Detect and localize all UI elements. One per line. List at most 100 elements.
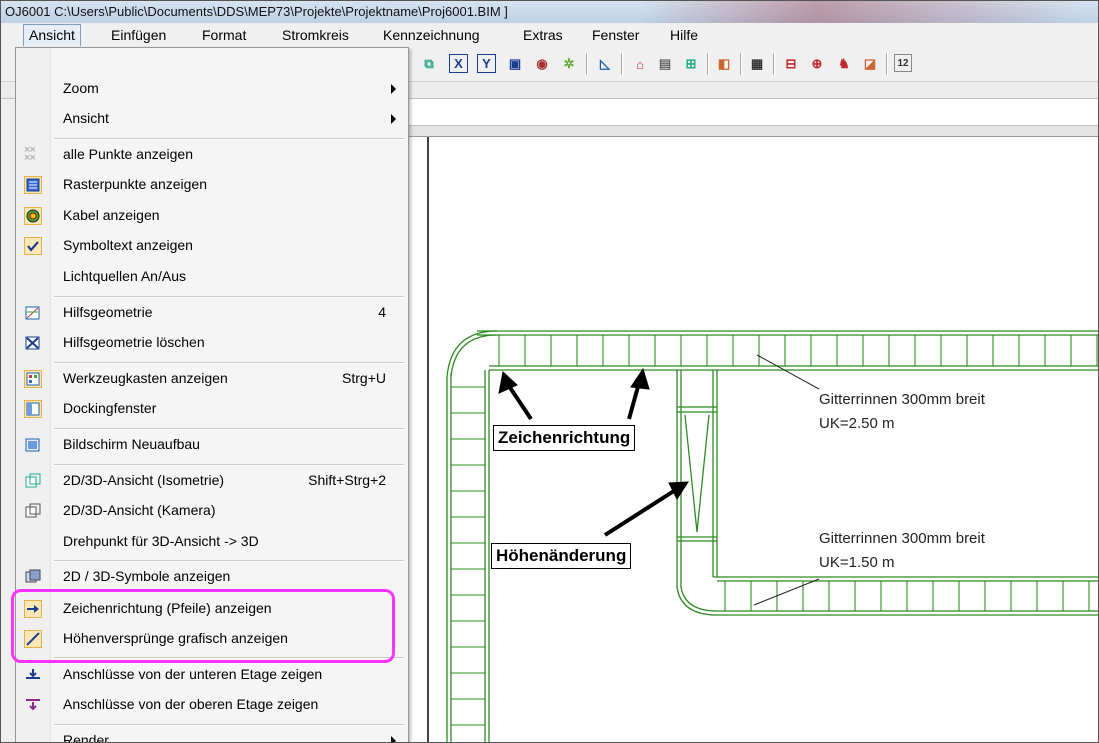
tray-label-upper: Gitterrinnen 300mm breit (819, 391, 985, 408)
eye-icon[interactable]: ◉ (532, 54, 552, 74)
menu-item-kamera[interactable]: 2D/3D-Ansicht (Kamera) (16, 496, 408, 526)
menu-fenster[interactable]: Fenster (587, 26, 644, 44)
isometric-icon (24, 472, 42, 490)
menu-item-label: Zoom (63, 80, 99, 96)
tray-height-lower: UK=1.50 m (819, 554, 895, 571)
menu-item-alle-punkte[interactable]: ×× ×× alle Punkte anzeigen (16, 140, 408, 170)
submenu-arrow-icon (391, 84, 396, 94)
menu-format[interactable]: Format (197, 26, 251, 44)
menu-item-label: Anschlüsse von der oberen Etage zeigen (63, 696, 319, 712)
highlight-annotation (11, 589, 395, 663)
menu-kennzeichnung[interactable]: Kennzeichnung (378, 26, 485, 44)
tray-geometry (446, 330, 1098, 742)
menu-item-label: Hilfsgeometrie (63, 304, 153, 320)
menu-stromkreis[interactable]: Stromkreis (277, 26, 354, 44)
menu-item-label: Render (63, 732, 109, 743)
refresh-screen-icon (24, 436, 42, 454)
points-icon: ×× ×× (24, 144, 36, 164)
network-icon[interactable]: ⊕ (807, 54, 827, 74)
tray-height-upper: UK=2.50 m (819, 415, 895, 432)
measure-icon[interactable]: ◺ (595, 54, 615, 74)
title-bar: OJ6001 C:\Users\Public\Documents\DDS\MEP… (1, 1, 1098, 24)
canvas-header-strip (407, 125, 1098, 137)
helper-geometry-icon (24, 304, 42, 322)
application-window: OJ6001 C:\Users\Public\Documents\DDS\MEP… (0, 0, 1099, 743)
menu-item-label: Drehpunkt für 3D-Ansicht -> 3D (63, 533, 259, 549)
grid-icon[interactable]: ⊞ (681, 54, 701, 74)
menu-item-label: Kabel anzeigen (63, 207, 160, 223)
menu-item-symboltext[interactable]: Symboltext anzeigen (16, 231, 408, 261)
symbols-3d-icon (24, 568, 42, 586)
menu-item-hilfsgeometrie[interactable]: Hilfsgeometrie 4 (16, 298, 408, 328)
menu-item-label: Ansicht (63, 110, 109, 126)
layout-icon[interactable]: ⊟ (781, 54, 801, 74)
menu-item-label: Bildschirm Neuaufbau (63, 436, 200, 452)
home-icon[interactable]: ⌂ (630, 54, 650, 74)
document-icon[interactable]: ▦ (747, 54, 767, 74)
menu-item-zoom[interactable]: Zoom (16, 74, 408, 104)
render-icon[interactable]: ✲ (559, 54, 579, 74)
window-title: OJ6001 C:\Users\Public\Documents\DDS\MEP… (5, 4, 508, 19)
toolbox-icon (24, 370, 42, 388)
tray-rungs (451, 335, 1098, 726)
menu-item-label: 2D/3D-Ansicht (Kamera) (63, 502, 216, 518)
callout-hoehenaenderung: Höhenänderung (491, 543, 632, 569)
toolbar-separator (707, 53, 709, 75)
menu-item-lichtquellen[interactable]: Lichtquellen An/Aus (16, 262, 408, 292)
menu-item-3d-symbole[interactable]: 2D / 3D-Symbole anzeigen (16, 562, 408, 592)
toolbar-separator (886, 53, 888, 75)
menu-item-ansicht-sub[interactable]: Ansicht (16, 104, 408, 134)
color-icon[interactable]: ◧ (714, 54, 734, 74)
checkmark-icon (24, 237, 42, 255)
menu-hilfe[interactable]: Hilfe (665, 26, 703, 44)
menu-item-label: Lichtquellen An/Aus (63, 268, 186, 284)
menu-item-isometrie[interactable]: 2D/3D-Ansicht (Isometrie) Shift+Strg+2 (16, 466, 408, 496)
panel-icon[interactable]: ▤ (655, 54, 675, 74)
lower-floor-icon (24, 666, 42, 684)
menu-einfuegen[interactable]: Einfügen (106, 26, 171, 44)
window-icon[interactable]: ▣ (505, 54, 525, 74)
menu-item-label: Anschlüsse von der unteren Etage zeigen (63, 666, 323, 682)
menu-item-dockingfenster[interactable]: Dockingfenster (16, 394, 408, 424)
menu-bar: Ansicht Einfügen Format Stromkreis Kennz… (1, 23, 1098, 48)
grid-points-icon (24, 176, 42, 194)
menu-item-obere-etage[interactable]: Anschlüsse von der oberen Etage zeigen (16, 690, 408, 720)
y-axis-icon[interactable]: Y (477, 54, 496, 73)
delete-geometry-icon (24, 334, 42, 352)
menu-item-untere-etage[interactable]: Anschlüsse von der unteren Etage zeigen (16, 660, 408, 690)
number-icon[interactable]: 12 (894, 54, 912, 72)
toolbar-separator (773, 53, 775, 75)
menu-ansicht[interactable]: Ansicht (23, 24, 81, 46)
callout-zeichenrichtung: Zeichenrichtung (493, 425, 636, 451)
toolbar-separator (621, 53, 623, 75)
menu-item-werkzeugkasten[interactable]: Werkzeugkasten anzeigen Strg+U (16, 364, 408, 394)
submenu-arrow-icon (391, 114, 396, 124)
menu-item-label: Symboltext anzeigen (63, 237, 193, 253)
menu-item-render[interactable]: Render (16, 726, 408, 743)
menu-item-rasterpunkte[interactable]: Rasterpunkte anzeigen (16, 170, 408, 200)
toolbar-separator (586, 53, 588, 75)
menu-item-label: Hilfsgeometrie löschen (63, 334, 205, 350)
title-glow (641, 1, 1081, 23)
menu-item-label: Dockingfenster (63, 400, 157, 416)
menu-item-hilfsgeometrie-loeschen[interactable]: Hilfsgeometrie löschen (16, 328, 408, 358)
person-icon[interactable]: ♞ (834, 54, 854, 74)
docking-icon (24, 400, 42, 418)
menu-item-label: Werkzeugkasten anzeigen (63, 370, 228, 386)
cable-icon (24, 207, 42, 225)
tray-label-lower: Gitterrinnen 300mm breit (819, 530, 985, 547)
menu-item-shortcut: 4 (378, 304, 386, 320)
menu-item-label: 2D/3D-Ansicht (Isometrie) (63, 472, 225, 488)
menu-extras[interactable]: Extras (518, 26, 568, 44)
upper-floor-icon (24, 696, 42, 714)
menu-item-drehpunkt[interactable]: Drehpunkt für 3D-Ansicht -> 3D (16, 527, 408, 557)
toolbar-separator (740, 53, 742, 75)
export-icon[interactable]: ◪ (860, 54, 880, 74)
menu-item-label: Rasterpunkte anzeigen (63, 176, 207, 192)
menu-item-kabel[interactable]: Kabel anzeigen (16, 201, 408, 231)
iso-view-icon[interactable]: ⧉ (419, 54, 439, 74)
menu-item-bildschirm-neuaufbau[interactable]: Bildschirm Neuaufbau (16, 430, 408, 460)
camera-view-icon (24, 502, 42, 520)
x-axis-icon[interactable]: X (449, 54, 468, 73)
menu-item-label: 2D / 3D-Symbole anzeigen (63, 568, 231, 584)
